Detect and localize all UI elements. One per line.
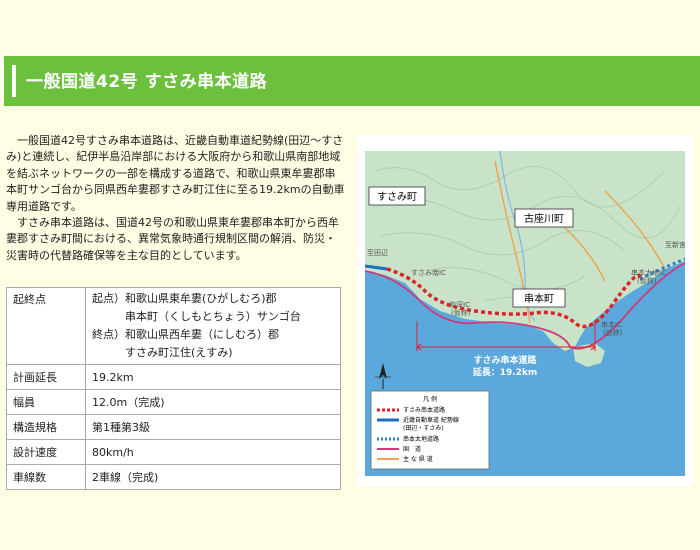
legend-item-taichi: 串本太地道路 xyxy=(403,435,439,443)
spec-value: 12.0m（完成) xyxy=(85,389,341,415)
label-kushimoto-ic-tentative: (仮称) xyxy=(603,328,623,337)
intro-text: 一般国道42号すさみ串本道路は、近畿自動車道紀勢線(田辺～すさみ)と連続し、紀伊… xyxy=(6,133,346,264)
label-kushimoto-ic: 串本IC xyxy=(601,320,622,329)
intro-paragraph-1: 一般国道42号すさみ串本道路は、近畿自動車道紀勢線(田辺～すさみ)と連続し、紀伊… xyxy=(6,134,345,213)
spec-row-structure: 構造規格 第1種第3級 xyxy=(6,414,341,440)
town-label-susami: すさみ町 xyxy=(368,186,426,206)
spec-label: 設計速度 xyxy=(6,439,86,465)
legend-item-susami: すさみ串本道路 xyxy=(403,406,445,414)
town-label-kozagawa: 古座川町 xyxy=(514,208,574,228)
legend-item-kisei-sub: (田辺・すさみ) xyxy=(403,425,444,432)
spec-value-origin: 起点）和歌山県東牟婁(ひがしむろ)郡 串本町（くしもとちょう）サンゴ台 終点）和… xyxy=(85,287,341,365)
route-map: すさみ町 古座川町 串本町 すさみ南IC 和深IC (仮称) 串本IC (仮称)… xyxy=(357,135,693,486)
svg-text:古座川町: 古座川町 xyxy=(524,212,564,225)
origin-line-4: すさみ町江住(えすみ) xyxy=(92,346,233,359)
label-kushimoto-taichi-tentative: (仮称) xyxy=(637,276,657,285)
spec-label: 車線数 xyxy=(6,464,86,490)
title-accent xyxy=(12,65,16,97)
origin-line-1: 起点）和歌山県東牟婁(ひがしむろ)郡 xyxy=(92,292,277,305)
spec-table: 起終点 起点）和歌山県東牟婁(ひがしむろ)郡 串本町（くしもとちょう）サンゴ台 … xyxy=(6,287,341,490)
spec-label-origin: 起終点 xyxy=(6,287,86,365)
spec-label: 計画延長 xyxy=(6,364,86,390)
town-label-kushimoto: 串本町 xyxy=(512,288,566,308)
legend-item-national: 国 道 xyxy=(403,445,421,453)
legend-item-kisei: 近畿自動車道 紀勢線 xyxy=(403,416,459,424)
spec-row-origin: 起終点 起点）和歌山県東牟婁(ひがしむろ)郡 串本町（くしもとちょう）サンゴ台 … xyxy=(6,287,341,365)
origin-line-2: 串本町（くしもとちょう）サンゴ台 xyxy=(92,310,301,323)
spec-row-length: 計画延長 19.2km xyxy=(6,364,341,390)
label-kushimoto-taichi-ic: 串本太地IC xyxy=(631,268,666,277)
legend-title: 凡 例 xyxy=(423,395,437,403)
intro-paragraph-2: すさみ串本道路は、国道42号の和歌山県東牟婁郡串本町から西牟婁郡すさみ町間におけ… xyxy=(6,216,339,262)
label-susami-south-ic: すさみ南IC xyxy=(411,268,446,277)
origin-line-3: 終点）和歌山県西牟婁（にしむろ）郡 xyxy=(92,328,279,341)
spec-value: 80km/h xyxy=(85,439,341,465)
spec-value: 2車線（完成) xyxy=(85,464,341,490)
legend-item-prefectural: 主 な 県 道 xyxy=(403,455,433,463)
label-to-tanabe: 至田辺 xyxy=(367,249,388,257)
page-title: 一般国道42号 すさみ串本道路 xyxy=(26,72,268,92)
spec-row-lanes: 車線数 2車線（完成) xyxy=(6,464,341,490)
title-bar: 一般国道42号 すさみ串本道路 xyxy=(4,56,700,106)
map-legend: 凡 例 すさみ串本道路 近畿自動車道 紀勢線 (田辺・すさみ) 串本太地道路 国… xyxy=(370,390,490,470)
spec-value: 19.2km xyxy=(85,364,341,390)
svg-text:串本町: 串本町 xyxy=(524,292,554,305)
spec-label: 幅員 xyxy=(6,389,86,415)
svg-text:すさみ町: すさみ町 xyxy=(377,191,417,203)
label-to-shingu: 至新宮 xyxy=(665,240,685,249)
spec-value: 第1種第3級 xyxy=(85,414,341,440)
route-name-label: すさみ串本道路 xyxy=(473,354,537,366)
route-length-label: 延長：19.2km xyxy=(472,366,538,378)
spec-row-speed: 設計速度 80km/h xyxy=(6,439,341,465)
label-wafuka-ic-tentative: (仮称) xyxy=(451,308,471,317)
label-wafuka-ic: 和深IC xyxy=(449,300,470,309)
spec-row-width: 幅員 12.0m（完成) xyxy=(6,389,341,415)
route-map-svg: すさみ町 古座川町 串本町 すさみ南IC 和深IC (仮称) 串本IC (仮称)… xyxy=(365,151,685,476)
spec-label: 構造規格 xyxy=(6,414,86,440)
